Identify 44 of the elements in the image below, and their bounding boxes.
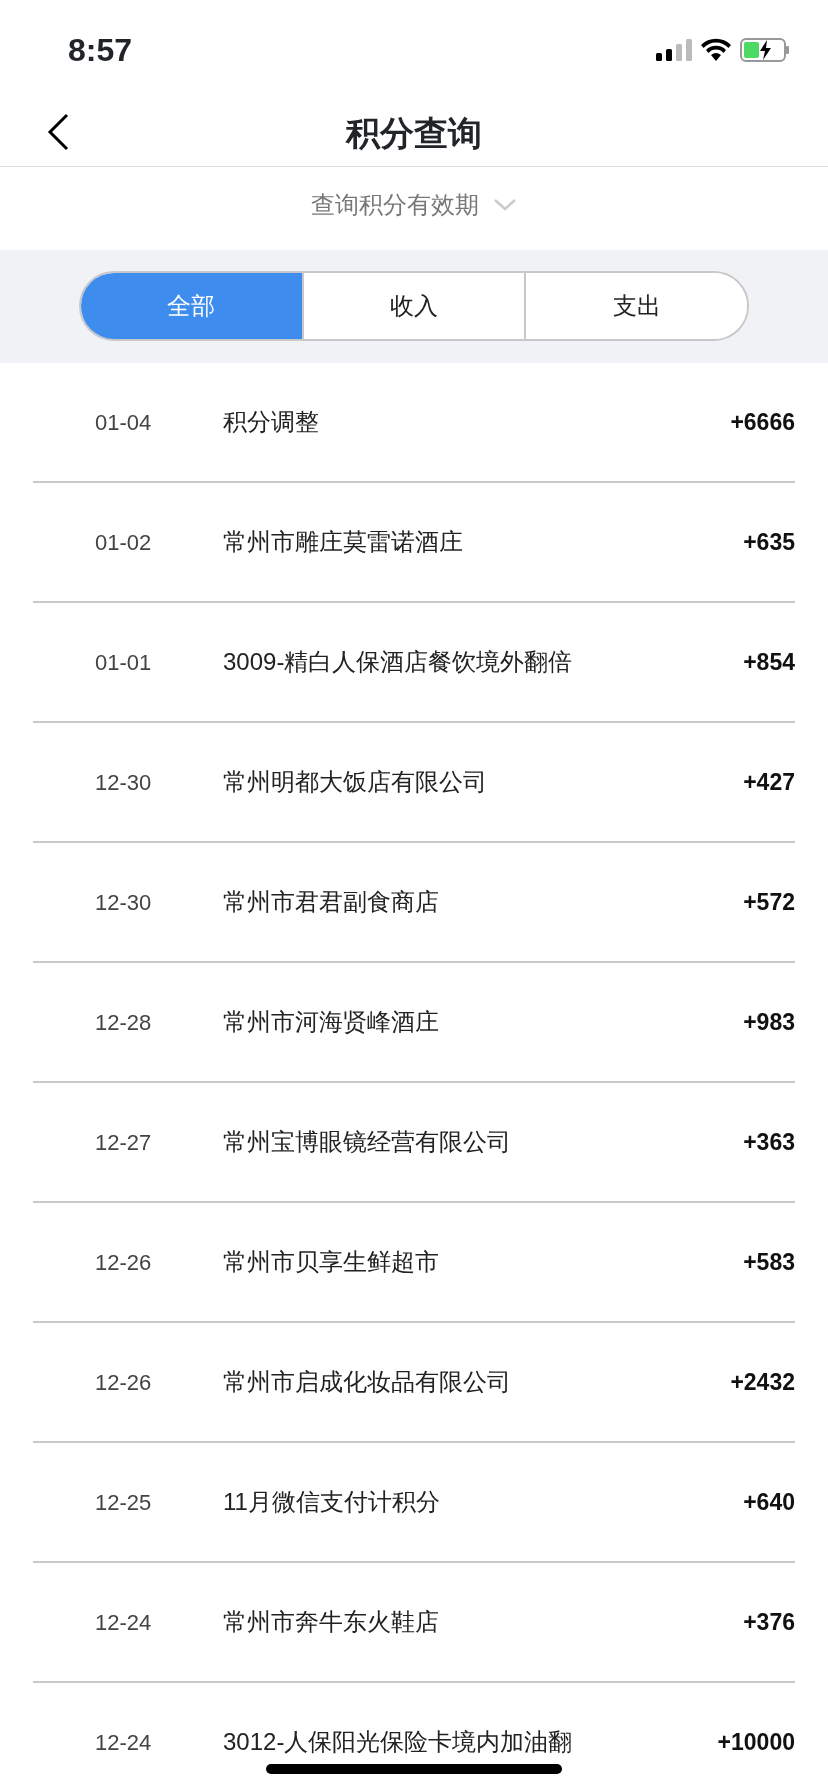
record-name: 常州市贝享生鲜超市 [223,1247,440,1277]
record-date: 12-30 [94,768,153,797]
wifi-icon [700,38,732,62]
filter-tab[interactable]: 支出 [524,273,747,339]
record-points: +2432 [730,1367,795,1397]
record-name: 3009-精白人保酒店餐饮境外翻倍 [223,647,574,677]
record-date: 12-24 [94,1608,153,1637]
record-date: 12-26 [94,1368,153,1397]
record-name: 11月微信支付计积分 [223,1487,441,1517]
record-points: +427 [743,767,795,797]
chevron-down-icon [493,198,517,212]
record-date: 12-28 [94,1008,153,1037]
record-date: 12-26 [94,1248,153,1277]
validity-link[interactable]: 查询积分有效期 [311,187,517,223]
record-date: 12-27 [94,1128,153,1157]
record-name: 常州宝博眼镜经营有限公司 [223,1127,512,1157]
record-date: 01-02 [94,528,153,557]
record-points: +572 [743,887,795,917]
record-name: 常州明都大饭店有限公司 [223,767,488,797]
record-points: +6666 [730,407,795,437]
record-date: 01-01 [94,648,153,677]
record-date: 12-24 [94,1728,153,1757]
record-points: +640 [743,1487,795,1517]
record-name: 常州市河海贤峰酒庄 [223,1007,440,1037]
page-title: 积分查询 [346,112,482,154]
record-date: 12-30 [94,888,153,917]
record-points: +983 [743,1007,795,1037]
record-name: 3012-人保阳光保险卡境内加油翻 [223,1727,574,1757]
record-name: 常州市奔牛东火鞋店 [223,1607,440,1637]
record-points: +635 [743,527,795,557]
status-time: 8:57 [68,31,133,70]
record-points: +854 [743,647,795,677]
record-points: +583 [743,1247,795,1277]
record-points: +376 [743,1607,795,1637]
record-points: +10000 [717,1727,795,1757]
record-date: 01-04 [94,408,153,437]
record-name: 常州市雕庄莫雷诺酒庄 [223,527,464,557]
record-date: 12-25 [94,1488,153,1517]
battery-icon [740,37,790,63]
record-points: +363 [743,1127,795,1157]
signal-icon [656,38,692,62]
record-name: 常州市君君副食商店 [223,887,440,917]
record-name: 常州市启成化妆品有限公司 [223,1367,512,1397]
record-name: 积分调整 [223,407,320,437]
